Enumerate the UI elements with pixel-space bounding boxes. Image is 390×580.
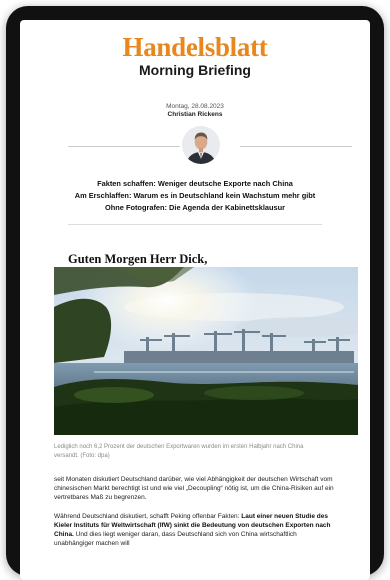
harbor-photo	[54, 267, 358, 435]
paragraph-1: seit Monaten diskutiert Deutschland darü…	[54, 476, 334, 501]
headline-link-2[interactable]: Am Erschlaffen: Warum es in Deutschland …	[20, 190, 370, 202]
email-screen[interactable]: Handelsblatt Morning Briefing Montag, 28…	[20, 20, 370, 580]
author-name: Christian Rickens	[167, 111, 223, 118]
greeting: Guten Morgen Herr Dick,	[68, 252, 208, 266]
paragraph-2-start: Während Deutschland diskutiert, schafft …	[54, 513, 242, 520]
headline-list: Fakten schaffen: Weniger deutsche Export…	[20, 178, 370, 214]
author-avatar	[182, 126, 220, 164]
photo-caption: Lediglich noch 6,2 Prozent der deutschen…	[54, 444, 304, 459]
headline-link-3[interactable]: Ohne Fotografen: Die Agenda der Kabinett…	[20, 202, 370, 214]
issue-date: Montag, 28.08.2023	[166, 103, 224, 110]
paragraph-2-end: Und dies liegt weniger daran, dass Deuts…	[54, 531, 297, 547]
section-divider	[68, 224, 322, 225]
newsletter-title: Morning Briefing	[139, 62, 251, 78]
author-row	[20, 126, 370, 166]
avatar-portrait	[182, 126, 220, 164]
article-photo	[54, 267, 358, 435]
headline-link-1[interactable]: Fakten schaffen: Weniger deutsche Export…	[20, 178, 370, 190]
divider-right	[240, 146, 352, 147]
divider-left	[68, 146, 180, 147]
brand-logo: Handelsblatt	[122, 32, 268, 62]
paragraph-2: Während Deutschland diskutiert, schafft …	[54, 512, 334, 548]
device-frame: Handelsblatt Morning Briefing Montag, 28…	[6, 6, 384, 580]
